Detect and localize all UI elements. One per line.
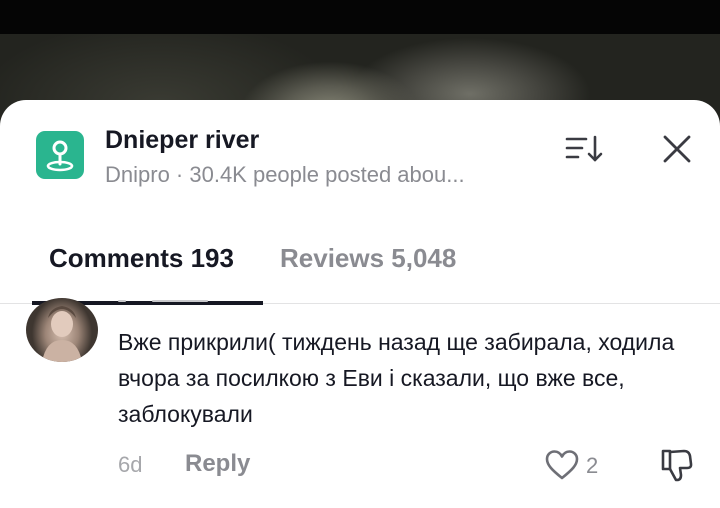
sort-icon[interactable] — [564, 132, 604, 166]
comment-text: Вже прикрили( тиждень назад ще забирала,… — [118, 329, 675, 427]
scrolled-content-fragment — [118, 292, 210, 304]
comment-time: 6d — [118, 452, 143, 477]
thumbs-down-icon[interactable] — [660, 447, 694, 483]
close-icon[interactable] — [660, 132, 694, 166]
like-count: 2 — [586, 453, 599, 478]
tab-reviews[interactable]: Reviews 5,048 — [280, 243, 456, 274]
heart-icon[interactable] — [544, 449, 580, 481]
status-bar-area — [0, 0, 720, 34]
reply-button[interactable]: Reply — [185, 450, 250, 478]
tab-comments[interactable]: Comments 193 — [49, 243, 234, 274]
location-pin-icon[interactable] — [36, 131, 84, 179]
place-title[interactable]: Dnieper river — [105, 126, 259, 155]
place-subtitle: Dnipro · 30.4K people posted abou... — [105, 162, 465, 187]
avatar[interactable] — [26, 298, 98, 362]
